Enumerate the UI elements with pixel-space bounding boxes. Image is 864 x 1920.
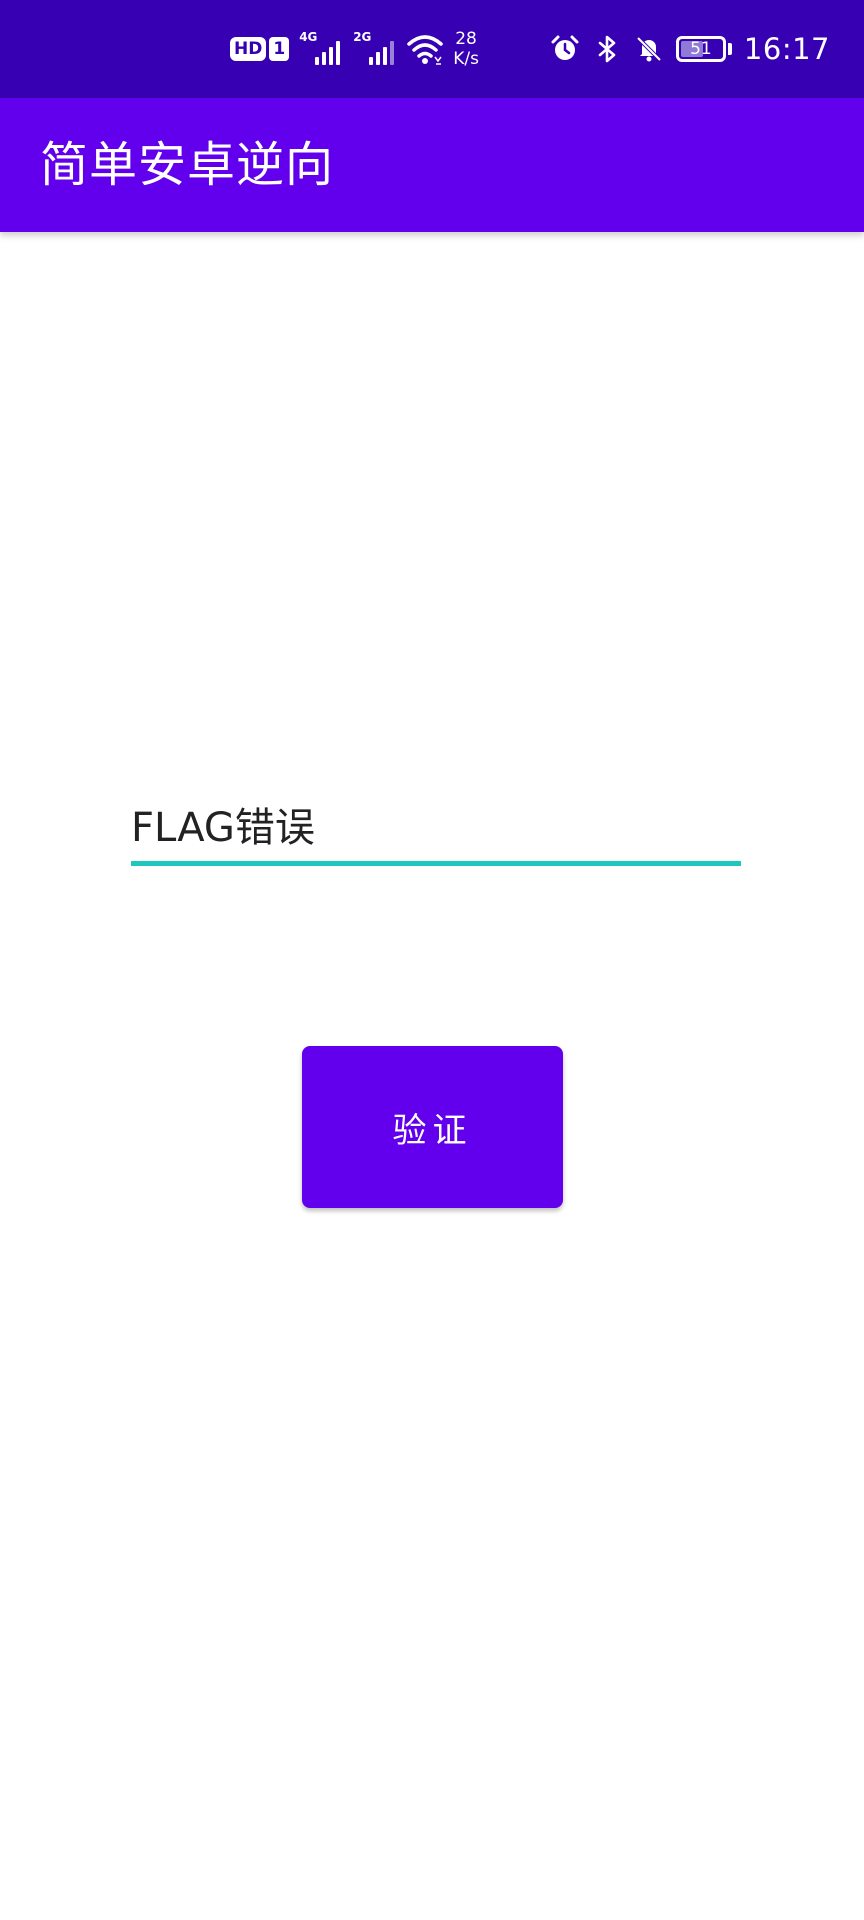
battery-level: 51 (690, 39, 712, 59)
hd-label: HD (230, 37, 267, 61)
net-speed-unit: K/s (453, 49, 479, 69)
net-speed-value: 28 (455, 29, 477, 49)
signal-4g-icon: 4G (299, 29, 343, 69)
battery-tip (727, 43, 732, 55)
flag-input-underline (131, 861, 741, 866)
signal-2g-icon: 2G (353, 29, 397, 69)
app-title: 简单安卓逆向 (40, 137, 335, 193)
flag-input-value[interactable]: FLAG错误 (131, 804, 315, 852)
clock: 16:17 (743, 32, 830, 66)
wifi-icon (407, 35, 443, 65)
status-bar: HD 1 4G 2G 28 K/s 51 16:17 (0, 0, 864, 98)
alarm-icon (551, 35, 579, 60)
status-bar-left-group: HD 1 4G 2G 28 K/s (230, 0, 479, 98)
net-speed: 28 K/s (453, 29, 479, 69)
hd-icon: HD 1 (230, 37, 290, 61)
battery-icon: 51 (675, 36, 726, 62)
verify-button[interactable]: 验证 (302, 1046, 563, 1208)
mute-bell-icon (636, 36, 662, 62)
bluetooth-icon (598, 35, 616, 63)
verify-button-label: 验证 (392, 1110, 473, 1151)
app-bar: 简单安卓逆向 (0, 98, 864, 232)
sim-icon: 1 (269, 37, 290, 61)
flag-input-field[interactable]: FLAG错误 (131, 794, 741, 866)
status-bar-right-group: 51 16:17 (550, 0, 864, 98)
